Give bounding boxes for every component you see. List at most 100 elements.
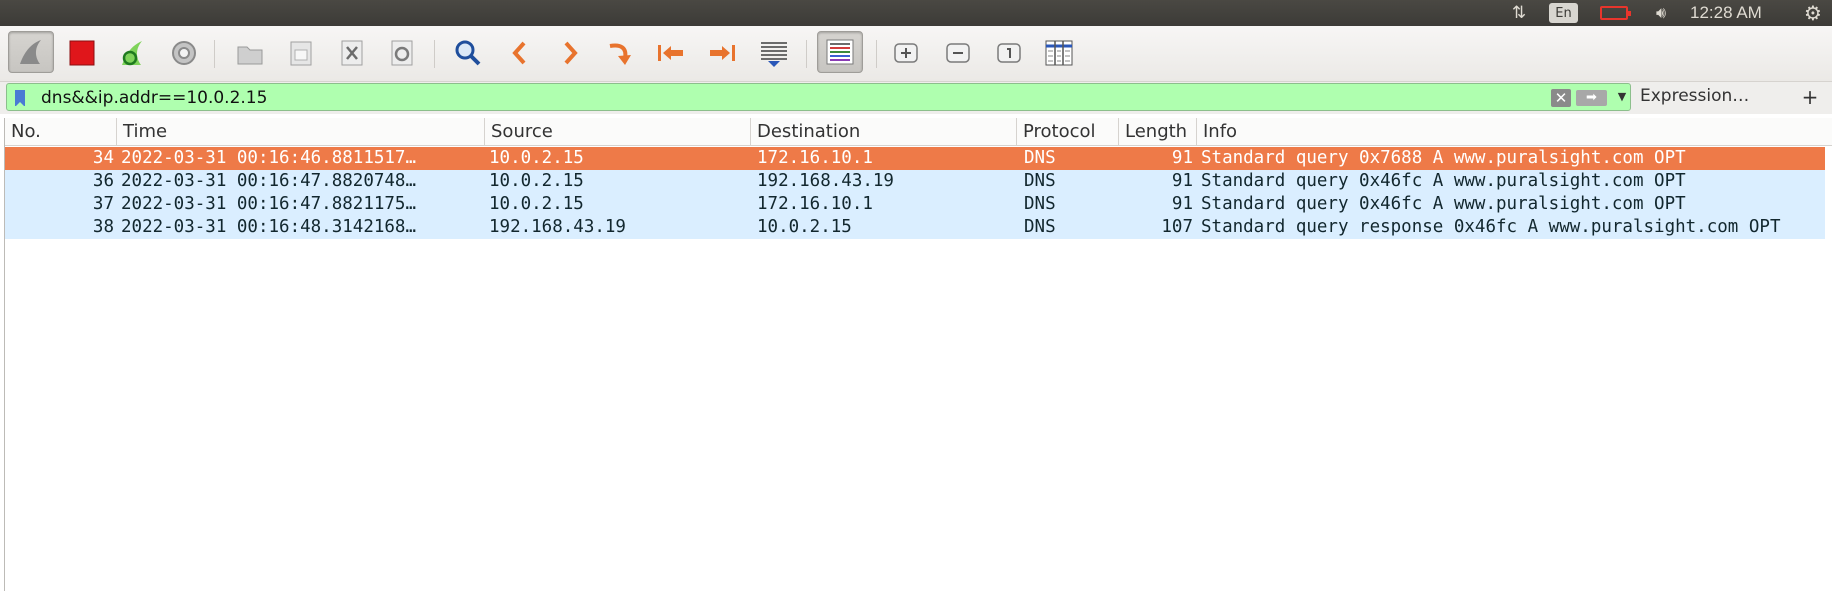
cell-destination: 10.0.2.15 xyxy=(757,217,852,237)
packet-list-header: No. Time Source Destination Protocol Len… xyxy=(5,118,1832,146)
zoom-out-icon xyxy=(946,43,970,63)
last-packet-button[interactable] xyxy=(704,35,740,71)
column-header-source[interactable]: Source xyxy=(485,118,751,146)
column-header-protocol[interactable]: Protocol xyxy=(1017,118,1119,146)
start-capture-button[interactable] xyxy=(8,31,54,73)
chevron-left-icon xyxy=(512,41,526,65)
chevron-right-icon xyxy=(564,41,578,65)
colorize-button[interactable] xyxy=(817,31,863,73)
cell-length: 91 xyxy=(1171,148,1193,168)
cell-source: 10.0.2.15 xyxy=(489,194,584,214)
filter-text[interactable]: dns&&ip.addr==10.0.2.15 xyxy=(41,88,267,108)
gear-icon xyxy=(172,41,196,65)
search-icon xyxy=(455,40,481,66)
cell-destination: 172.16.10.1 xyxy=(757,194,873,214)
resize-columns-button[interactable] xyxy=(1041,35,1077,71)
expression-button[interactable]: Expression… xyxy=(1640,86,1749,106)
go-back-button[interactable] xyxy=(502,35,538,71)
cell-time: 2022-03-31 00:16:48.3142168… xyxy=(121,217,417,237)
autoscroll-icon xyxy=(761,42,787,67)
cell-no: 38 xyxy=(92,217,114,237)
stop-square-icon xyxy=(69,40,95,66)
restart-capture-button[interactable] xyxy=(114,35,150,71)
cell-source: 10.0.2.15 xyxy=(489,171,584,191)
folder-icon xyxy=(237,46,263,65)
stop-capture-button[interactable] xyxy=(64,35,100,71)
first-packet-icon xyxy=(658,45,683,61)
cell-time: 2022-03-31 00:16:47.8821175… xyxy=(121,194,417,214)
column-header-destination[interactable]: Destination xyxy=(751,118,1017,146)
cell-info: Standard query 0x46fc A www.puralsight.c… xyxy=(1201,171,1686,191)
bookmark-icon[interactable] xyxy=(15,90,25,107)
autoscroll-button[interactable] xyxy=(756,35,792,71)
toolbar-separator xyxy=(876,40,877,68)
clear-filter-icon[interactable]: ✕ xyxy=(1551,89,1571,107)
cell-length: 91 xyxy=(1171,194,1193,214)
zoom-in-icon xyxy=(894,43,918,63)
cell-info: Standard query 0x46fc A www.puralsight.c… xyxy=(1201,194,1686,214)
close-file-icon xyxy=(341,40,363,66)
add-filter-button[interactable]: + xyxy=(1798,82,1822,112)
toolbar-separator xyxy=(214,40,215,68)
system-clock[interactable]: 12:28 AM xyxy=(1690,0,1762,26)
save-file-button[interactable] xyxy=(283,35,319,71)
table-row[interactable]: 34 2022-03-31 00:16:46.8811517… 10.0.2.1… xyxy=(5,147,1825,170)
close-file-button[interactable] xyxy=(334,35,370,71)
normal-size-icon xyxy=(997,43,1021,63)
cell-info: Standard query 0x7688 A www.puralsight.c… xyxy=(1201,148,1686,168)
find-packet-button[interactable] xyxy=(450,35,486,71)
jump-icon xyxy=(609,43,631,65)
toolbar-separator xyxy=(806,40,807,68)
restart-icon xyxy=(122,41,142,66)
cell-protocol: DNS xyxy=(1024,194,1056,214)
display-filter-input[interactable]: dns&&ip.addr==10.0.2.15 ✕ ➡ ▼ xyxy=(6,83,1631,111)
cell-no: 36 xyxy=(92,171,114,191)
cell-no: 37 xyxy=(92,194,114,214)
shark-fin-icon xyxy=(20,40,41,64)
zoom-in-button[interactable] xyxy=(888,35,924,71)
first-packet-button[interactable] xyxy=(653,35,689,71)
table-row[interactable]: 36 2022-03-31 00:16:47.8820748… 10.0.2.1… xyxy=(5,170,1825,193)
colorize-icon xyxy=(826,39,854,65)
apply-filter-icon[interactable]: ➡ xyxy=(1576,90,1607,106)
chevron-down-icon[interactable]: ▼ xyxy=(1612,86,1632,108)
language-indicator[interactable]: En xyxy=(1549,3,1578,23)
zoom-out-button[interactable] xyxy=(940,35,976,71)
column-header-time[interactable]: Time xyxy=(117,118,485,146)
cell-no: 34 xyxy=(92,148,114,168)
battery-low-icon[interactable] xyxy=(1597,0,1631,26)
column-header-length[interactable]: Length xyxy=(1119,118,1197,146)
cell-protocol: DNS xyxy=(1024,217,1056,237)
cell-protocol: DNS xyxy=(1024,148,1056,168)
go-to-packet-button[interactable] xyxy=(602,35,638,71)
packet-list[interactable]: No. Time Source Destination Protocol Len… xyxy=(4,118,1832,591)
toolbar-separator xyxy=(434,40,435,68)
table-row[interactable]: 38 2022-03-31 00:16:48.3142168… 192.168.… xyxy=(5,216,1825,239)
cell-length: 107 xyxy=(1161,217,1193,237)
volume-icon[interactable]: 🔊︎ xyxy=(1646,0,1676,26)
save-icon xyxy=(290,41,312,66)
cell-destination: 172.16.10.1 xyxy=(757,148,873,168)
column-header-info[interactable]: Info xyxy=(1197,118,1832,146)
main-toolbar xyxy=(0,26,1832,82)
column-header-no[interactable]: No. xyxy=(5,118,117,146)
table-row[interactable]: 37 2022-03-31 00:16:47.8821175… 10.0.2.1… xyxy=(5,193,1825,216)
cell-time: 2022-03-31 00:16:47.8820748… xyxy=(121,171,417,191)
cell-length: 91 xyxy=(1171,171,1193,191)
reload-icon xyxy=(391,40,413,66)
cell-protocol: DNS xyxy=(1024,171,1056,191)
cell-info: Standard query response 0x46fc A www.pur… xyxy=(1201,217,1781,237)
system-gear-icon[interactable]: ⚙ xyxy=(1800,0,1826,26)
normal-size-button[interactable] xyxy=(991,35,1027,71)
system-top-bar: ⇅ En 🔊︎ 12:28 AM ⚙ xyxy=(0,0,1832,26)
go-forward-button[interactable] xyxy=(552,35,588,71)
resize-columns-icon xyxy=(1045,40,1073,66)
capture-options-button[interactable] xyxy=(166,35,202,71)
open-file-button[interactable] xyxy=(232,35,268,71)
last-packet-icon xyxy=(710,45,735,61)
cell-source: 10.0.2.15 xyxy=(489,148,584,168)
reload-file-button[interactable] xyxy=(384,35,420,71)
network-updown-icon[interactable]: ⇅ xyxy=(1506,0,1532,26)
cell-source: 192.168.43.19 xyxy=(489,217,626,237)
cell-time: 2022-03-31 00:16:46.8811517… xyxy=(121,148,417,168)
